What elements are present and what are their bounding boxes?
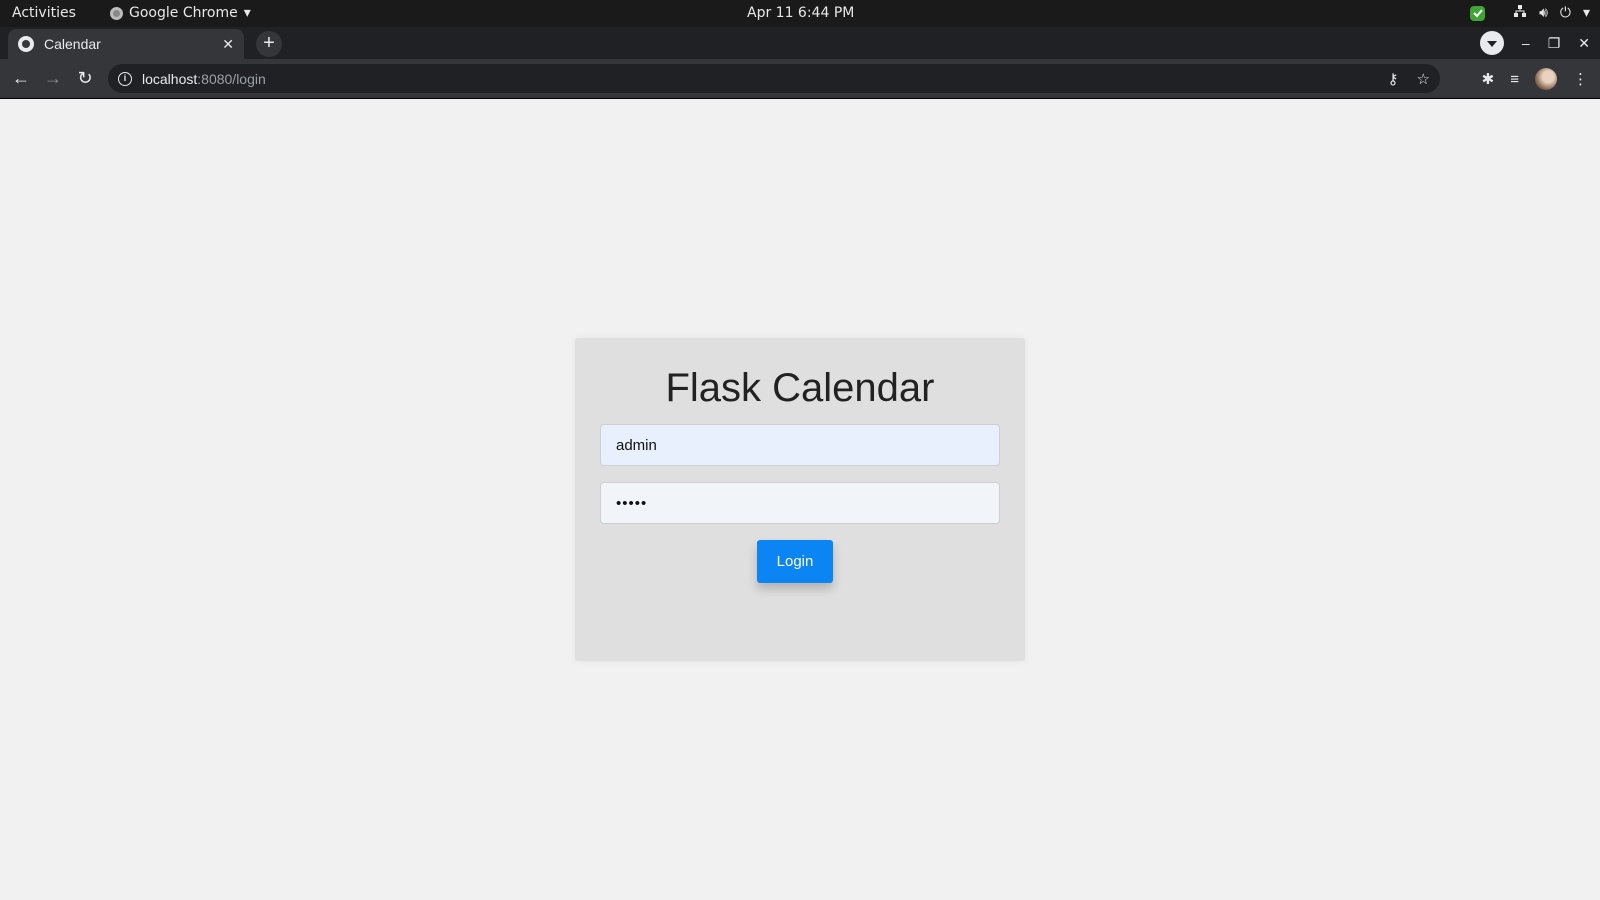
restore-icon[interactable]: ❐ [1548, 35, 1561, 52]
close-window-icon[interactable]: ✕ [1578, 35, 1590, 52]
clock[interactable]: Apr 11 6:44 PM [747, 5, 854, 21]
minimize-icon[interactable]: – [1522, 35, 1530, 51]
shield-check-icon[interactable] [1470, 5, 1486, 21]
star-icon[interactable]: ☆ [1417, 70, 1430, 88]
activities-button[interactable]: Activities [12, 5, 76, 21]
media-queue-icon[interactable]: ≡ [1510, 71, 1519, 88]
more-menu-icon[interactable]: ⋮ [1573, 70, 1588, 88]
profile-avatar[interactable] [1535, 68, 1557, 90]
url-path: :8080/login [197, 70, 266, 87]
forward-arrow-icon[interactable]: → [40, 65, 66, 91]
network-icon [1513, 4, 1527, 22]
system-top-bar: Activities Google Chrome ▾ Apr 11 6:44 P… [0, 0, 1600, 27]
page-title: Flask Calendar [665, 366, 935, 410]
url-host: localhost [142, 70, 198, 87]
info-icon[interactable]: i [118, 71, 132, 86]
back-arrow-icon[interactable]: ← [8, 65, 34, 91]
extensions-icon[interactable]: ✱ [1482, 70, 1495, 88]
key-icon[interactable]: ⚷ [1388, 70, 1399, 88]
chevron-down-icon: ▾ [243, 5, 251, 21]
login-button[interactable]: Login [757, 540, 833, 583]
system-tray[interactable]: 🔊︎ ⏻ ▾ [1470, 4, 1590, 22]
close-icon[interactable]: ✕ [222, 36, 234, 53]
browser-tab[interactable]: Calendar ✕ [8, 29, 244, 59]
password-input[interactable] [600, 482, 1000, 524]
tab-strip: Calendar ✕ + – ❐ ✕ [0, 27, 1600, 59]
tab-search-icon[interactable] [1479, 31, 1504, 55]
power-icon: ⏻ [1559, 5, 1571, 21]
toolbar-actions: ✱ ≡ ⋮ [1482, 68, 1588, 90]
volume-icon: 🔊︎ [1539, 5, 1548, 21]
username-input[interactable] [600, 424, 1000, 466]
browser-toolbar: ← → ↻ i localhost :8080/login ⚷ ☆ ✱ ≡ ⋮ [0, 59, 1600, 99]
login-card: Flask Calendar Login [575, 338, 1025, 661]
globe-icon [18, 36, 34, 52]
chrome-icon [110, 6, 123, 20]
chevron-down-icon: ▾ [1582, 5, 1590, 21]
app-menu-label: Google Chrome [129, 5, 238, 21]
window-controls: – ❐ ✕ [1479, 31, 1590, 55]
address-bar[interactable]: i localhost :8080/login ⚷ ☆ [108, 64, 1440, 93]
reload-icon[interactable]: ↻ [72, 65, 98, 91]
app-menu[interactable]: Google Chrome ▾ [110, 5, 251, 21]
tab-title: Calendar [44, 36, 101, 52]
new-tab-button[interactable]: + [256, 31, 282, 57]
